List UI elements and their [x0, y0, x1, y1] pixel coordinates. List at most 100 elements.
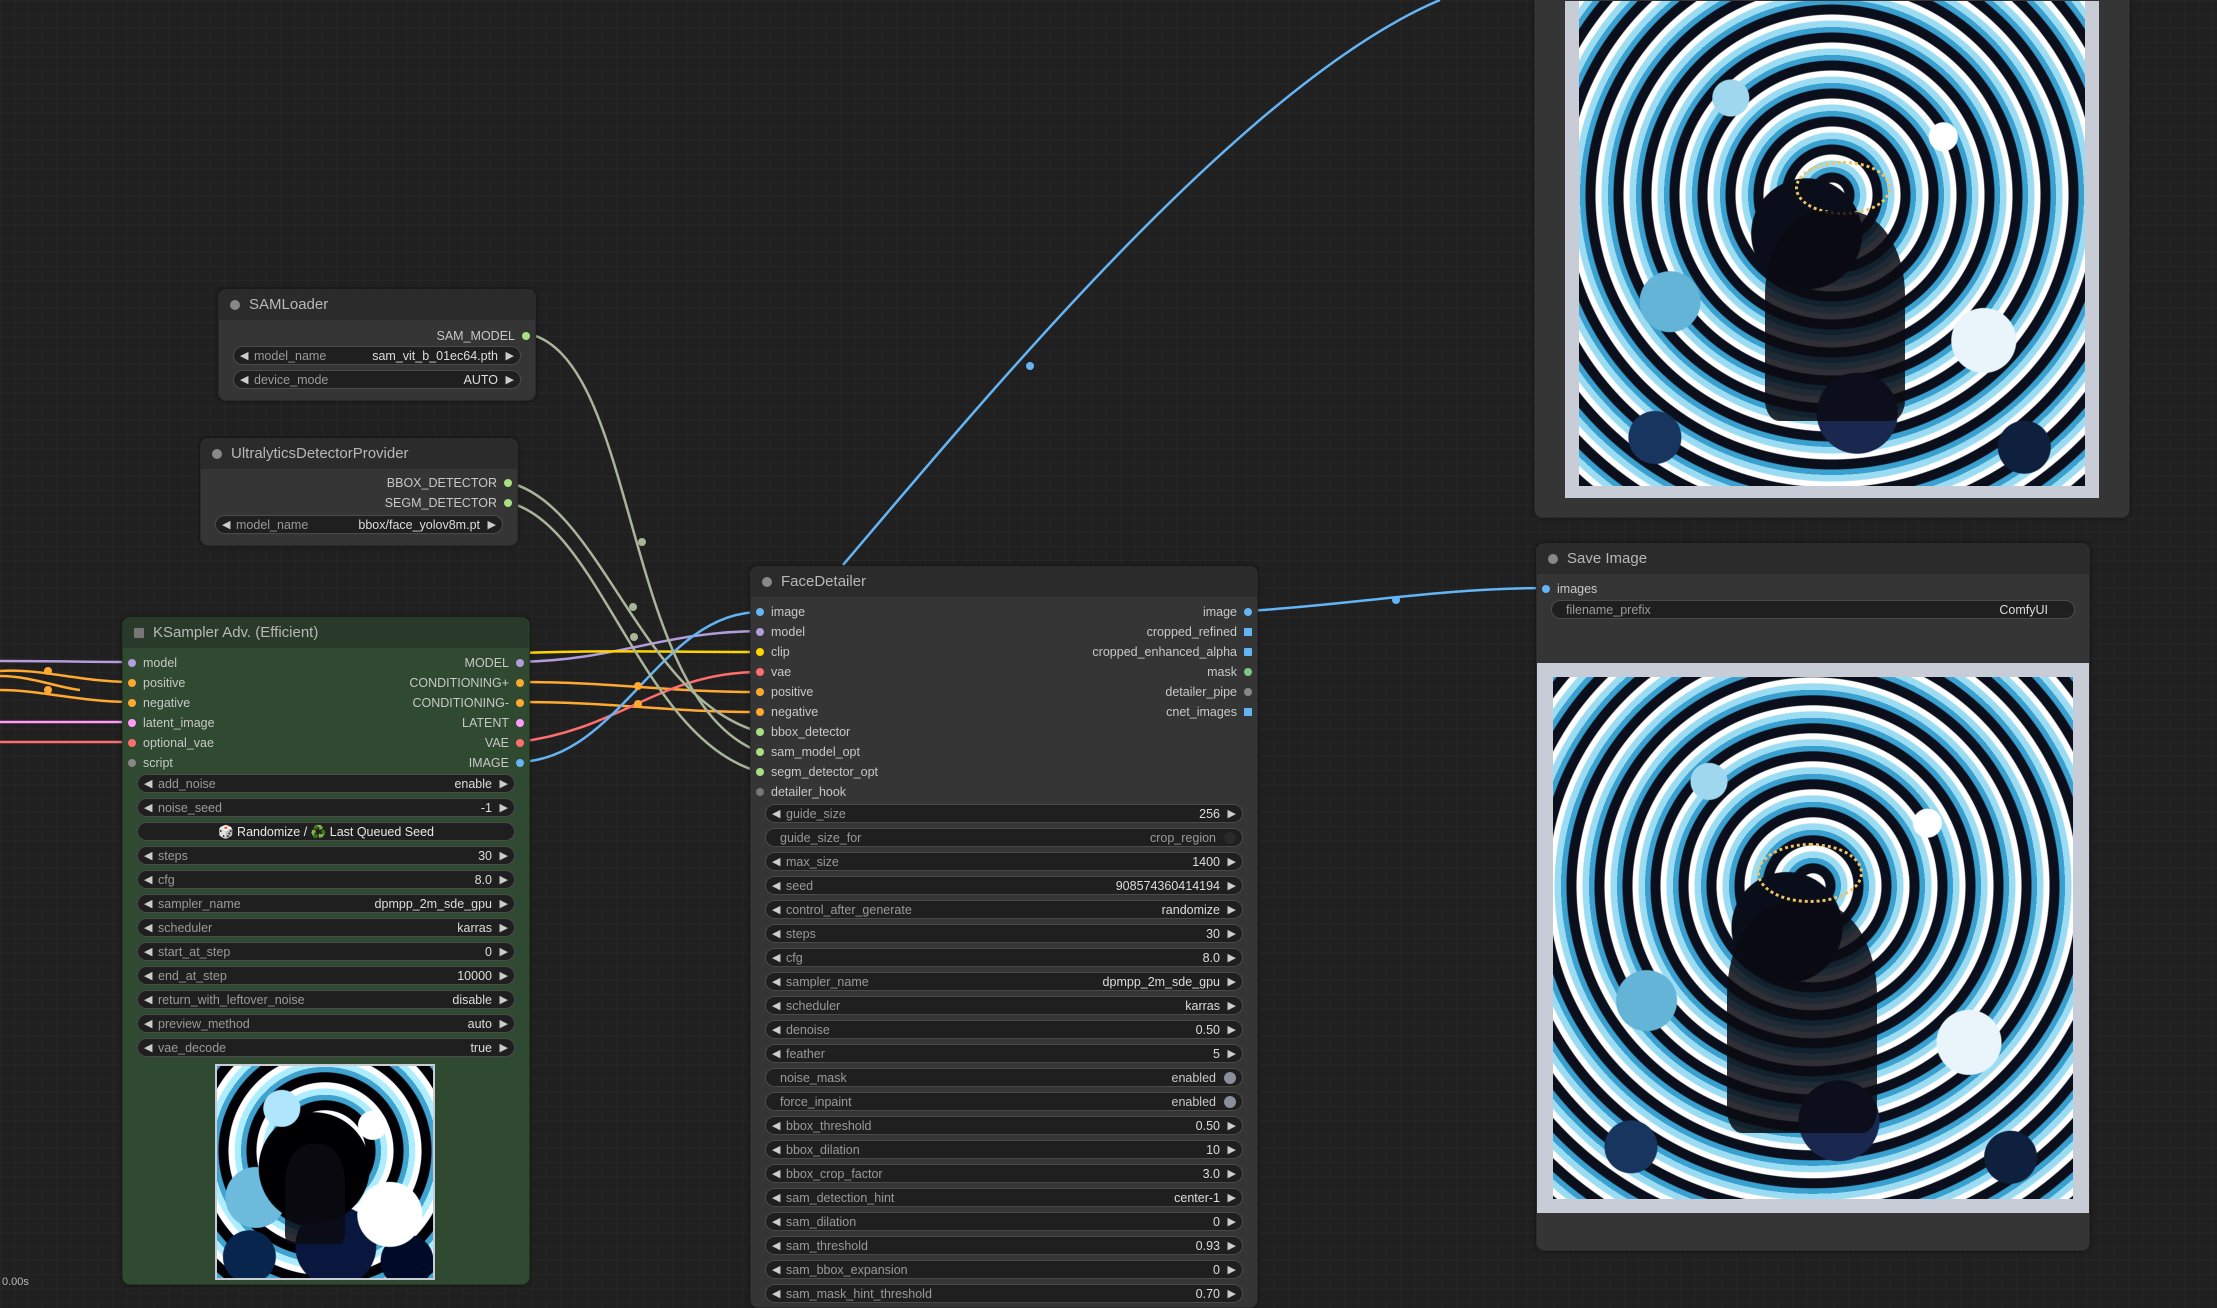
ksampler-node[interactable]: KSampler Adv. (Efficient) model positive… [122, 617, 530, 1285]
output-sam-model[interactable]: SAM_MODEL [437, 326, 536, 346]
node-title[interactable]: KSampler Adv. (Efficient) [123, 618, 529, 648]
widget-feather[interactable]: ◀ feather 5 ▶ [765, 1044, 1243, 1063]
widget-return-with-leftover-noise[interactable]: ◀ return_with_leftover_noise disable ▶ [137, 990, 515, 1009]
collapse-dot-icon[interactable] [762, 577, 772, 587]
collapse-dot-icon[interactable] [212, 449, 222, 459]
output-image[interactable]: image [1203, 602, 1257, 622]
link-model-in [0, 659, 133, 664]
link-image-save [1247, 586, 1547, 613]
preview-image-node[interactable] [1534, 0, 2130, 518]
output-image[interactable]: IMAGE [469, 753, 529, 773]
widget-preview-method[interactable]: ◀ preview_method auto ▶ [137, 1014, 515, 1033]
widget-steps[interactable]: ◀ steps 30 ▶ [765, 924, 1243, 943]
input-positive[interactable]: positive [123, 673, 185, 693]
output-cnet-images[interactable]: cnet_images [1166, 702, 1257, 722]
widget-start-at-step[interactable]: ◀ start_at_step 0 ▶ [137, 942, 515, 961]
widget-bbox-crop-factor[interactable]: ◀ bbox_crop_factor 3.0 ▶ [765, 1164, 1243, 1183]
widget-model-name[interactable]: ◀ model_name bbox/face_yolov8m.pt ▶ [215, 515, 503, 534]
sam-loader-node[interactable]: SAMLoader SAM_MODEL ◀ model_name sam_vit_b… [218, 289, 536, 401]
widget-guide-size[interactable]: ◀ guide_size 256 ▶ [765, 804, 1243, 823]
widget-noise-mask[interactable]: noise_mask enabled [765, 1068, 1243, 1087]
input-images[interactable]: images [1537, 579, 1597, 599]
input-bbox-detector[interactable]: bbox_detector [751, 722, 850, 742]
link-negative-in-2 [0, 674, 81, 692]
output-conditioning-pos[interactable]: CONDITIONING+ [409, 673, 529, 693]
node-title[interactable]: FaceDetailer [751, 567, 1257, 597]
output-latent[interactable]: LATENT [462, 713, 529, 733]
widget-sampler-name[interactable]: ◀ sampler_name dpmpp_2m_sde_gpu ▶ [137, 894, 515, 913]
output-cropped-enhanced-alpha[interactable]: cropped_enhanced_alpha [1092, 642, 1257, 662]
link-dot [1026, 362, 1034, 370]
output-model[interactable]: MODEL [465, 653, 529, 673]
toggle-knob-icon [1224, 1072, 1236, 1084]
input-sam-model-opt[interactable]: sam_model_opt [751, 742, 860, 762]
ultralytics-detector-node[interactable]: UltralyticsDetectorProvider BBOX_DETECTO… [200, 438, 518, 546]
widget-model-name[interactable]: ◀ model_name sam_vit_b_01ec64.pth ▶ [233, 346, 521, 365]
widget-vae-decode[interactable]: ◀ vae_decode true ▶ [137, 1038, 515, 1057]
input-model[interactable]: model [751, 622, 805, 642]
output-conditioning-neg[interactable]: CONDITIONING- [412, 693, 529, 713]
link-dot [634, 682, 642, 690]
output-vae[interactable]: VAE [485, 733, 529, 753]
output-segm-detector[interactable]: SEGM_DETECTOR [385, 493, 517, 513]
widget-sam-mask-hint-threshold[interactable]: ◀ sam_mask_hint_threshold 0.70 ▶ [765, 1284, 1243, 1303]
link-bbox-detector [505, 480, 761, 734]
input-optional-vae[interactable]: optional_vae [123, 733, 214, 753]
output-bbox-detector[interactable]: BBOX_DETECTOR [387, 473, 517, 493]
link-dot [638, 538, 646, 546]
collapse-square-icon[interactable] [134, 628, 144, 638]
link-dot [629, 603, 637, 611]
widget-steps[interactable]: ◀ steps 30 ▶ [137, 846, 515, 865]
widget-scheduler[interactable]: ◀ scheduler karras ▶ [765, 996, 1243, 1015]
input-segm-detector-opt[interactable]: segm_detector_opt [751, 762, 878, 782]
widget-sam-dilation[interactable]: ◀ sam_dilation 0 ▶ [765, 1212, 1243, 1231]
collapse-dot-icon[interactable] [1548, 554, 1558, 564]
input-image[interactable]: image [751, 602, 805, 622]
node-title[interactable]: SAMLoader [219, 290, 535, 320]
widget-bbox-dilation[interactable]: ◀ bbox_dilation 10 ▶ [765, 1140, 1243, 1159]
widget-sam-threshold[interactable]: ◀ sam_threshold 0.93 ▶ [765, 1236, 1243, 1255]
output-mask[interactable]: mask [1207, 662, 1257, 682]
widget-seed[interactable]: ◀ seed 908574360414194 ▶ [765, 876, 1243, 895]
widget-max-size[interactable]: ◀ max_size 1400 ▶ [765, 852, 1243, 871]
input-vae[interactable]: vae [751, 662, 791, 682]
input-script[interactable]: script [123, 753, 173, 773]
input-latent-image[interactable]: latent_image [123, 713, 215, 733]
link-image-top [842, 0, 1441, 566]
widget-filename-prefix[interactable]: filename_prefix ComfyUI [1551, 600, 2075, 619]
input-model[interactable]: model [123, 653, 177, 673]
link-model [517, 629, 761, 664]
widget-cfg[interactable]: ◀ cfg 8.0 ▶ [765, 948, 1243, 967]
node-title[interactable]: UltralyticsDetectorProvider [201, 439, 517, 469]
input-negative[interactable]: negative [123, 693, 190, 713]
link-positive [517, 680, 761, 694]
widget-force-inpaint[interactable]: force_inpaint enabled [765, 1092, 1243, 1111]
input-positive[interactable]: positive [751, 682, 813, 702]
widget-cfg[interactable]: ◀ cfg 8.0 ▶ [137, 870, 515, 889]
widget-sam-detection-hint[interactable]: ◀ sam_detection_hint center-1 ▶ [765, 1188, 1243, 1207]
input-detailer-hook[interactable]: detailer_hook [751, 782, 846, 802]
collapse-dot-icon[interactable] [230, 300, 240, 310]
widget-control-after-generate[interactable]: ◀ control_after_generate randomize ▶ [765, 900, 1243, 919]
widget-add-noise[interactable]: ◀ add_noise enable ▶ [137, 774, 515, 793]
widget-sam-bbox-expansion[interactable]: ◀ sam_bbox_expansion 0 ▶ [765, 1260, 1243, 1279]
widget-guide-size-for[interactable]: guide_size_for crop_region [765, 828, 1243, 847]
widget-noise-seed[interactable]: ◀ noise_seed -1 ▶ [137, 798, 515, 817]
widget-denoise[interactable]: ◀ denoise 0.50 ▶ [765, 1020, 1243, 1039]
widget-bbox-threshold[interactable]: ◀ bbox_threshold 0.50 ▶ [765, 1116, 1243, 1135]
face-detailer-node[interactable]: FaceDetailer image model clip vae positi… [750, 566, 1258, 1308]
link-dot [44, 667, 52, 675]
link-image [517, 610, 761, 764]
link-negative [517, 700, 761, 714]
randomize-seed-button[interactable]: 🎲 Randomize / ♻️ Last Queued Seed [137, 822, 515, 841]
input-negative[interactable]: negative [751, 702, 818, 722]
node-title[interactable]: Save Image [1537, 544, 2089, 574]
input-clip[interactable]: clip [751, 642, 790, 662]
widget-sampler-name[interactable]: ◀ sampler_name dpmpp_2m_sde_gpu ▶ [765, 972, 1243, 991]
widget-end-at-step[interactable]: ◀ end_at_step 10000 ▶ [137, 966, 515, 985]
save-image-node[interactable]: Save Image images filename_prefix ComfyUI [1536, 543, 2090, 1251]
output-cropped-refined[interactable]: cropped_refined [1147, 622, 1257, 642]
widget-device-mode[interactable]: ◀ device_mode AUTO ▶ [233, 370, 521, 389]
widget-scheduler[interactable]: ◀ scheduler karras ▶ [137, 918, 515, 937]
output-detailer-pipe[interactable]: detailer_pipe [1165, 682, 1257, 702]
